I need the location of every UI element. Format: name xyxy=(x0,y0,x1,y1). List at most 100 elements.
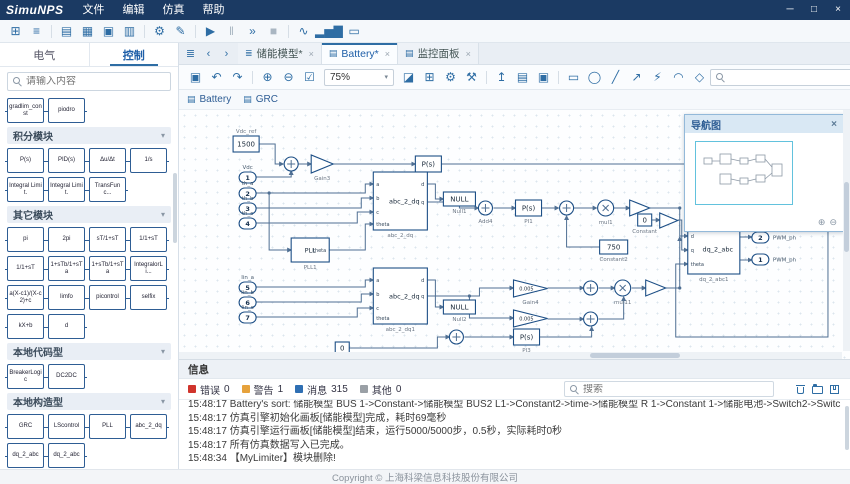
monitor-icon[interactable]: ▭ xyxy=(345,22,364,41)
sidebar-search-input[interactable] xyxy=(26,76,165,87)
pi-1[interactable]: P(s)PI1 xyxy=(516,200,542,225)
palette-section-header[interactable]: 积分模块▾ xyxy=(7,127,171,144)
doc-tab-battery[interactable]: ▤ Battery* × xyxy=(322,43,398,64)
wire[interactable] xyxy=(256,280,373,287)
breadcrumb-item-grc[interactable]: ▤ GRC xyxy=(243,94,278,105)
eraser-icon[interactable]: ◪ xyxy=(399,68,418,87)
run-icon[interactable]: ▶ xyxy=(201,22,220,41)
save-icon[interactable]: ▣ xyxy=(99,22,118,41)
sheet-list-icon[interactable]: ≣ xyxy=(183,46,198,62)
settings-gear-icon[interactable]: ⚙ xyxy=(150,22,169,41)
wire[interactable] xyxy=(666,237,680,288)
outport-pwm-1[interactable]: 1PWM_ph xyxy=(752,254,797,265)
wire[interactable] xyxy=(469,296,513,318)
close-tab-icon[interactable]: × xyxy=(385,49,390,59)
palette-item[interactable]: 1/1+sT xyxy=(130,227,167,252)
navigator-thumbnail[interactable] xyxy=(695,141,793,205)
gear-icon[interactable]: ⚙ xyxy=(441,68,460,87)
wire[interactable] xyxy=(256,171,291,177)
log-filter-其他[interactable]: 其他0 xyxy=(360,382,402,397)
canvas-search[interactable] xyxy=(710,69,850,86)
gain-5[interactable]: 0.005 xyxy=(513,310,547,327)
palette-item[interactable]: selfix xyxy=(130,285,167,310)
wire[interactable] xyxy=(427,184,443,199)
vertical-scrollbar-thumb[interactable] xyxy=(844,182,849,252)
log-filter-错误[interactable]: 错误0 xyxy=(188,382,230,397)
palette-item[interactable]: Integral Limit. xyxy=(48,177,85,202)
palette-item[interactable]: Δu/Δt xyxy=(89,148,126,173)
null-1[interactable]: NULLNull1 xyxy=(443,192,475,215)
gain-4[interactable]: 0.005Gain4 xyxy=(513,280,547,306)
close-icon[interactable]: × xyxy=(826,0,850,20)
wire[interactable] xyxy=(256,294,373,302)
palette-toggle-icon[interactable]: ⊞ xyxy=(6,22,25,41)
wire[interactable] xyxy=(427,280,443,307)
palette-item[interactable]: IntegralorLi... xyxy=(130,256,167,281)
grid-icon[interactable]: ⊞ xyxy=(420,68,439,87)
maximize-icon[interactable]: □ xyxy=(802,0,826,20)
new-file-icon[interactable]: ▤ xyxy=(57,22,76,41)
arrow-tool-icon[interactable]: ↗ xyxy=(627,68,646,87)
edit-pencil-icon[interactable]: ✎ xyxy=(171,22,190,41)
palette-item[interactable]: abc_2_dq xyxy=(130,414,167,439)
diagram-canvas[interactable]: 1500Vdc_refGain3P(s)1Vdc2th_a3th_b4th_ca… xyxy=(179,110,850,359)
curve-tool-icon[interactable]: ◠ xyxy=(669,68,688,87)
close-tab-icon[interactable]: × xyxy=(309,49,314,59)
save-log-icon[interactable] xyxy=(830,385,839,394)
module-abc2dq-2[interactable]: abc_2_dqabcthetadqabc_2_dq1 xyxy=(373,268,427,333)
const-vdc-ref[interactable]: 1500Vdc_ref xyxy=(233,129,259,152)
print-icon[interactable]: ▤ xyxy=(513,68,532,87)
module-abc2dq[interactable]: abc_2_dqabcthetadqabc_2_dq xyxy=(373,172,427,239)
polygon-tool-icon[interactable]: ◇ xyxy=(690,68,709,87)
palette-item[interactable]: gradlim_const xyxy=(7,98,44,123)
breadcrumb-item-battery[interactable]: ▤ Battery xyxy=(187,94,231,105)
close-tab-icon[interactable]: × xyxy=(466,49,471,59)
mul-1[interactable]: mul1 xyxy=(598,200,614,226)
palette-item[interactable]: dq_2_abc xyxy=(48,443,85,468)
palette-item[interactable]: PLL xyxy=(89,414,126,439)
model-tree-icon[interactable]: ≡ xyxy=(27,22,46,41)
zoom-select[interactable]: 75% ▾ xyxy=(324,69,394,86)
palette-item[interactable]: piodro xyxy=(48,98,85,123)
palette-item[interactable]: TransFunc... xyxy=(89,177,126,202)
zoom-area-icon[interactable]: ☑ xyxy=(300,68,319,87)
line-tool-icon[interactable]: ╱ xyxy=(606,68,625,87)
horizontal-scrollbar-thumb[interactable] xyxy=(590,353,680,358)
stop-icon[interactable]: ■ xyxy=(264,22,283,41)
palette-item[interactable]: BreakerLogic xyxy=(7,364,44,389)
minimize-icon[interactable]: ─ xyxy=(778,0,802,20)
image-icon[interactable]: ▣ xyxy=(534,68,553,87)
sum-1[interactable] xyxy=(284,157,298,171)
palette-item[interactable]: dq_2_abc xyxy=(7,443,44,468)
doc-tab-storage-model[interactable]: ≣ 储能模型* × xyxy=(238,43,322,64)
palette-item[interactable]: PID(s) xyxy=(48,148,85,173)
menu-help[interactable]: 帮助 xyxy=(194,0,234,20)
sidebar-tab-control[interactable]: 控制 xyxy=(89,43,179,66)
rect-tool-icon[interactable]: ▭ xyxy=(564,68,583,87)
log-filter-警告[interactable]: 警告1 xyxy=(242,382,284,397)
pi-3[interactable]: P(s)PI3 xyxy=(513,329,539,354)
palette-item[interactable]: sT/1+sT xyxy=(89,227,126,252)
mul-11[interactable]: mul11 xyxy=(614,280,631,306)
wire[interactable] xyxy=(540,327,592,337)
null-2[interactable]: NULLNull2 xyxy=(443,300,475,323)
palette-item[interactable]: 1/1+sT xyxy=(7,256,44,281)
sum-add1[interactable] xyxy=(560,201,574,215)
palette-item[interactable]: a(X-c1)/(X-c2)+c xyxy=(7,285,44,310)
save-icon[interactable]: ▣ xyxy=(186,68,205,87)
zoom-in-icon[interactable]: ⊕ xyxy=(258,68,277,87)
menu-simulation[interactable]: 仿真 xyxy=(154,0,194,20)
palette-item[interactable]: GRC xyxy=(7,414,44,439)
module-pll[interactable]: PLLthetaPLL1 xyxy=(291,238,329,271)
gain-6[interactable] xyxy=(646,280,666,296)
chart-icon[interactable]: ▂▅▇ xyxy=(315,22,343,41)
log-filter-消息[interactable]: 消息315 xyxy=(295,382,348,397)
clear-log-icon[interactable] xyxy=(796,384,805,394)
log-scrollbar-thumb[interactable] xyxy=(845,406,849,450)
sum-add4[interactable]: Add4 xyxy=(478,201,493,225)
pause-icon[interactable]: ‖ xyxy=(222,22,241,41)
vertical-scrollbar[interactable] xyxy=(843,110,850,351)
palette-section-header[interactable]: 其它模块▾ xyxy=(7,206,171,223)
back-icon[interactable]: ‹ xyxy=(201,46,216,62)
wrench-icon[interactable]: ⚒ xyxy=(462,68,481,87)
